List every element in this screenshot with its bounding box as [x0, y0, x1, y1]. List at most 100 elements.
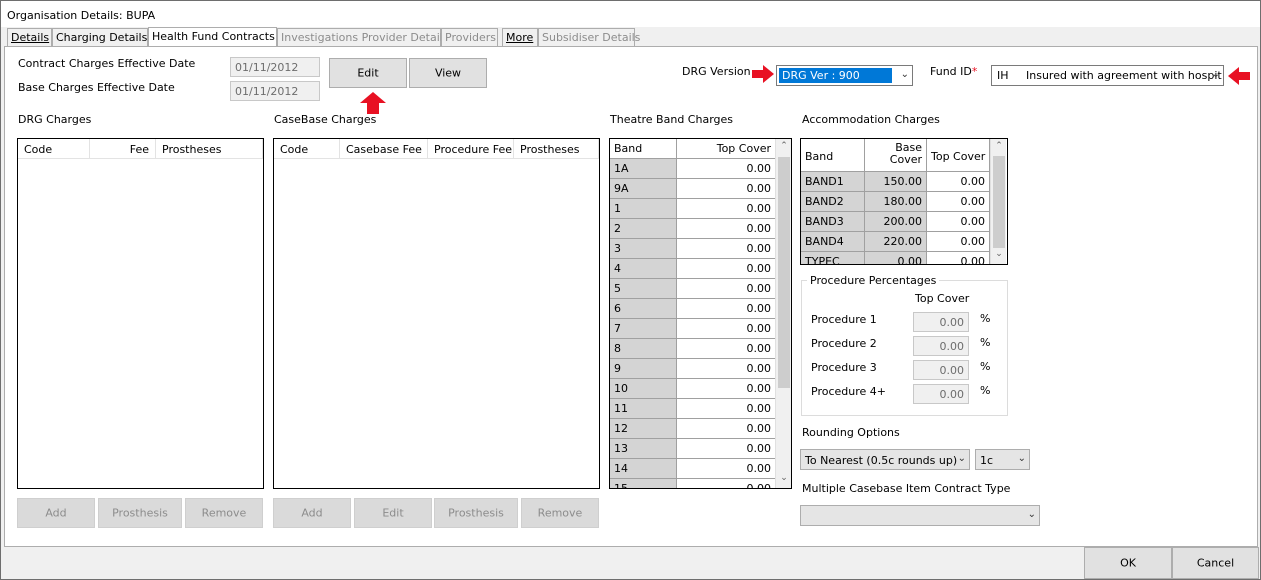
- theatre-top-cover-cell[interactable]: 0.00: [677, 299, 776, 319]
- accommodation-top-cover-cell[interactable]: 0.00: [927, 212, 990, 232]
- cancel-button[interactable]: Cancel: [1172, 547, 1259, 579]
- accommodation-base-cover-cell: 180.00: [865, 192, 927, 212]
- edit-button[interactable]: Edit: [329, 58, 407, 88]
- drg-charges-list[interactable]: Code Fee Prostheses: [17, 138, 264, 489]
- theatre-band-scrollbar[interactable]: ⌃ ⌄: [775, 139, 791, 488]
- chevron-down-icon: ⌄: [1211, 69, 1220, 80]
- tab-health-fund-contracts[interactable]: Health Fund Contracts: [148, 27, 277, 47]
- column-header-code[interactable]: Code: [274, 139, 340, 159]
- column-header-casebase-fee[interactable]: Casebase Fee: [340, 139, 428, 159]
- theatre-top-cover-cell[interactable]: 0.00: [677, 279, 776, 299]
- tab-details[interactable]: Details: [7, 28, 52, 47]
- drg-add-button[interactable]: Add: [17, 498, 95, 528]
- percent-unit-label: %: [980, 336, 991, 349]
- theatre-top-cover-cell[interactable]: 0.00: [677, 419, 776, 439]
- theatre-top-cover-cell[interactable]: 0.00: [677, 339, 776, 359]
- drg-prosthesis-button[interactable]: Prosthesis: [98, 498, 182, 528]
- tab-investigations-provider-details[interactable]: Investigations Provider Details: [277, 28, 449, 47]
- theatre-band-cell: 8: [610, 339, 677, 359]
- column-header-band: Band: [801, 139, 865, 172]
- drg-version-label: DRG Version: [682, 65, 751, 78]
- procedure-percentage-field[interactable]: 0.00: [913, 384, 969, 404]
- casebase-edit-button[interactable]: Edit: [354, 498, 432, 528]
- theatre-band-grid[interactable]: Band Top Cover 1A 0.00 9A 0.00 1 0.00 2 0.00 3 0.…: [609, 138, 792, 489]
- column-header-procedure-fee[interactable]: Procedure Fee: [428, 139, 514, 159]
- fund-id-code: IH: [997, 69, 1009, 82]
- procedure-percentage-field[interactable]: 0.00: [913, 336, 969, 356]
- casebase-charges-list[interactable]: Code Casebase Fee Procedure Fee Prosthes…: [273, 138, 600, 489]
- drg-version-value: DRG Ver : 900: [779, 68, 892, 83]
- fund-id-dropdown[interactable]: IH Insured with agreement with hospit ⌄: [991, 65, 1224, 86]
- theatre-band-cell: 10: [610, 379, 677, 399]
- theatre-top-cover-cell[interactable]: 0.00: [677, 439, 776, 459]
- procedure-label: Procedure 4+: [811, 385, 886, 398]
- accommodation-band-cell: BAND2: [801, 192, 865, 212]
- accommodation-scrollbar[interactable]: ⌃ ⌄: [990, 139, 1006, 264]
- theatre-top-cover-cell[interactable]: 0.00: [677, 179, 776, 199]
- ok-button[interactable]: OK: [1084, 547, 1172, 579]
- casebase-add-button[interactable]: Add: [273, 498, 351, 528]
- rounding-method-value: To Nearest (0.5c rounds up): [805, 454, 958, 467]
- accommodation-grid[interactable]: Band Base Cover Top Cover BAND1 150.00 0.0…: [800, 138, 1008, 265]
- accommodation-top-cover-cell[interactable]: 0.00: [927, 232, 990, 252]
- drg-version-dropdown[interactable]: DRG Ver : 900 ⌄: [776, 65, 913, 86]
- accommodation-base-cover-cell: 0.00: [865, 252, 927, 264]
- dialog-button-bar: OK Cancel: [1, 547, 1260, 579]
- percent-unit-label: %: [980, 312, 991, 325]
- rounding-precision-dropdown[interactable]: 1c ⌄: [975, 449, 1030, 470]
- column-header-prostheses[interactable]: Prostheses: [156, 139, 263, 159]
- scroll-up-icon[interactable]: ⌃: [776, 141, 791, 151]
- theatre-band-cell: 7: [610, 319, 677, 339]
- contract-date-field[interactable]: 01/11/2012: [230, 57, 320, 77]
- tab-subsidiser-details[interactable]: Subsidiser Details: [538, 28, 640, 47]
- rounding-options-label: Rounding Options: [802, 426, 900, 439]
- theatre-top-cover-cell[interactable]: 0.00: [677, 239, 776, 259]
- window-title: Organisation Details: BUPA: [7, 9, 156, 22]
- casebase-prosthesis-button[interactable]: Prosthesis: [434, 498, 518, 528]
- base-date-field[interactable]: 01/11/2012: [230, 81, 320, 101]
- multiple-casebase-label: Multiple Casebase Item Contract Type: [802, 482, 1011, 495]
- casebase-remove-button[interactable]: Remove: [521, 498, 599, 528]
- theatre-top-cover-cell[interactable]: 0.00: [677, 259, 776, 279]
- theatre-top-cover-cell[interactable]: 0.00: [677, 399, 776, 419]
- procedure-percentage-field[interactable]: 0.00: [913, 312, 969, 332]
- drg-remove-button[interactable]: Remove: [185, 498, 263, 528]
- theatre-top-cover-cell[interactable]: 0.00: [677, 359, 776, 379]
- theatre-top-cover-cell[interactable]: 0.00: [677, 199, 776, 219]
- theatre-band-cell: 1: [610, 199, 677, 219]
- procedure-percentage-field[interactable]: 0.00: [913, 360, 969, 380]
- column-header-prostheses[interactable]: Prostheses: [514, 139, 599, 159]
- tab-providers[interactable]: Providers: [441, 28, 498, 47]
- scroll-down-icon[interactable]: ⌄: [991, 249, 1007, 259]
- accommodation-top-cover-cell[interactable]: 0.00: [927, 172, 990, 192]
- accommodation-band-cell: BAND3: [801, 212, 865, 232]
- title-bar: Organisation Details: BUPA: [1, 1, 1260, 27]
- procedure-label: Procedure 3: [811, 361, 877, 374]
- theatre-top-cover-cell[interactable]: 0.00: [677, 159, 776, 179]
- scroll-up-icon[interactable]: ⌃: [991, 141, 1007, 151]
- accommodation-top-cover-cell[interactable]: 0.00: [927, 252, 990, 264]
- scrollbar-thumb[interactable]: [993, 156, 1005, 248]
- theatre-band-cell: 9A: [610, 179, 677, 199]
- chevron-down-icon: ⌄: [900, 69, 909, 80]
- contract-date-label: Contract Charges Effective Date: [18, 57, 196, 70]
- scroll-down-icon[interactable]: ⌄: [776, 473, 791, 483]
- column-header-top-cover: Top Cover: [927, 139, 990, 172]
- theatre-top-cover-cell[interactable]: 0.00: [677, 479, 776, 488]
- theatre-top-cover-cell[interactable]: 0.00: [677, 319, 776, 339]
- column-header-fee[interactable]: Fee: [90, 139, 156, 159]
- column-header-code[interactable]: Code: [18, 139, 90, 159]
- view-button[interactable]: View: [409, 58, 487, 88]
- rounding-method-dropdown[interactable]: To Nearest (0.5c rounds up) ⌄: [800, 449, 970, 470]
- scrollbar-thumb[interactable]: [778, 157, 790, 388]
- multiple-casebase-dropdown[interactable]: ⌄: [800, 505, 1040, 526]
- tab-more[interactable]: More: [502, 28, 538, 47]
- theatre-band-cell: 15: [610, 479, 677, 488]
- accommodation-base-cover-cell: 200.00: [865, 212, 927, 232]
- accommodation-top-cover-cell[interactable]: 0.00: [927, 192, 990, 212]
- theatre-top-cover-cell[interactable]: 0.00: [677, 379, 776, 399]
- theatre-top-cover-cell[interactable]: 0.00: [677, 219, 776, 239]
- column-header-band: Band: [610, 139, 677, 159]
- tab-charging-details[interactable]: Charging Details: [52, 28, 148, 47]
- theatre-top-cover-cell[interactable]: 0.00: [677, 459, 776, 479]
